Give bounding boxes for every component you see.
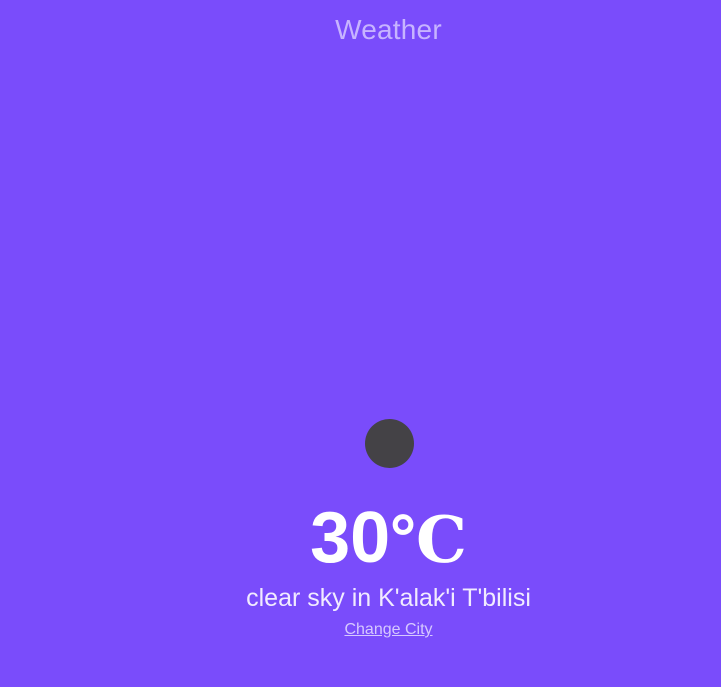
temperature-value: 30	[310, 498, 391, 578]
change-city-link[interactable]: Change City	[0, 620, 721, 640]
weather-condition-icon	[365, 419, 414, 468]
app-title: Weather	[335, 14, 442, 45]
weather-description: clear sky in K'alak'i T'bilisi	[246, 584, 531, 612]
temperature-display: 30℃	[0, 498, 721, 581]
weather-app: Weather 30℃ clear sky in K'alak'i T'bili…	[0, 0, 721, 687]
temperature-unit: ℃	[390, 503, 467, 578]
